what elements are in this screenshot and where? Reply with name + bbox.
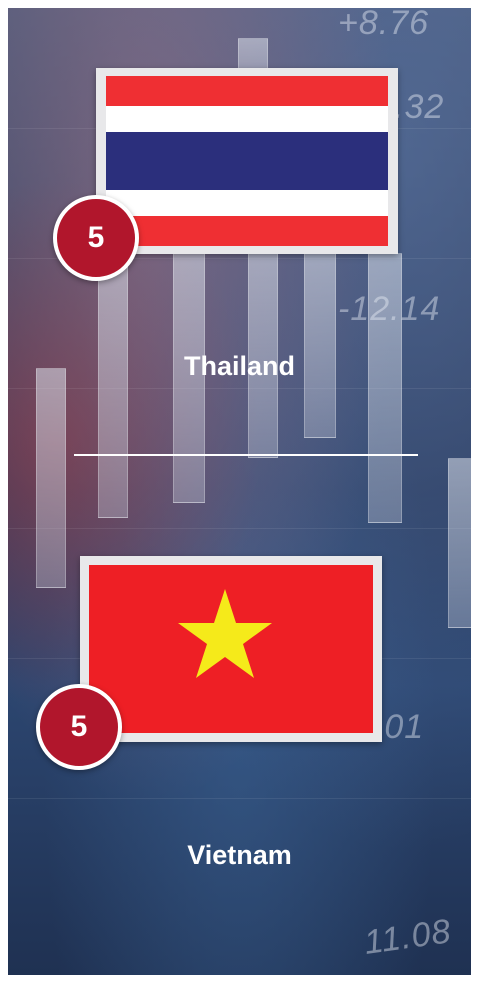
rank-badge-thailand: 5 — [53, 195, 139, 281]
background-ticker: -12.14 — [338, 290, 441, 328]
background-chart-bar — [304, 253, 336, 438]
background-ticker: 11.08 — [361, 912, 454, 962]
country-name-vietnam: Vietnam — [187, 840, 292, 870]
background-gridline — [8, 528, 471, 529]
background-chart-bar — [98, 258, 128, 518]
rank-badge-vietnam: 5 — [36, 684, 122, 770]
background-chart-bar — [36, 368, 66, 588]
thailand-flag-icon — [106, 76, 388, 246]
thailand-flag-frame — [96, 68, 398, 254]
background-gridline — [8, 798, 471, 799]
background-ticker: .32 — [394, 88, 445, 126]
background-ticker: +8.76 — [338, 8, 430, 42]
country-ranking-panel: +8.76 .32 -12.14 5.01 11.08 5 Thailand 5… — [8, 8, 471, 975]
vietnam-flag-frame — [80, 556, 382, 742]
country-name-thailand: Thailand — [183, 351, 295, 381]
vietnam-flag-icon — [89, 565, 373, 733]
section-divider — [74, 454, 418, 456]
background-chart-bar — [448, 458, 471, 628]
